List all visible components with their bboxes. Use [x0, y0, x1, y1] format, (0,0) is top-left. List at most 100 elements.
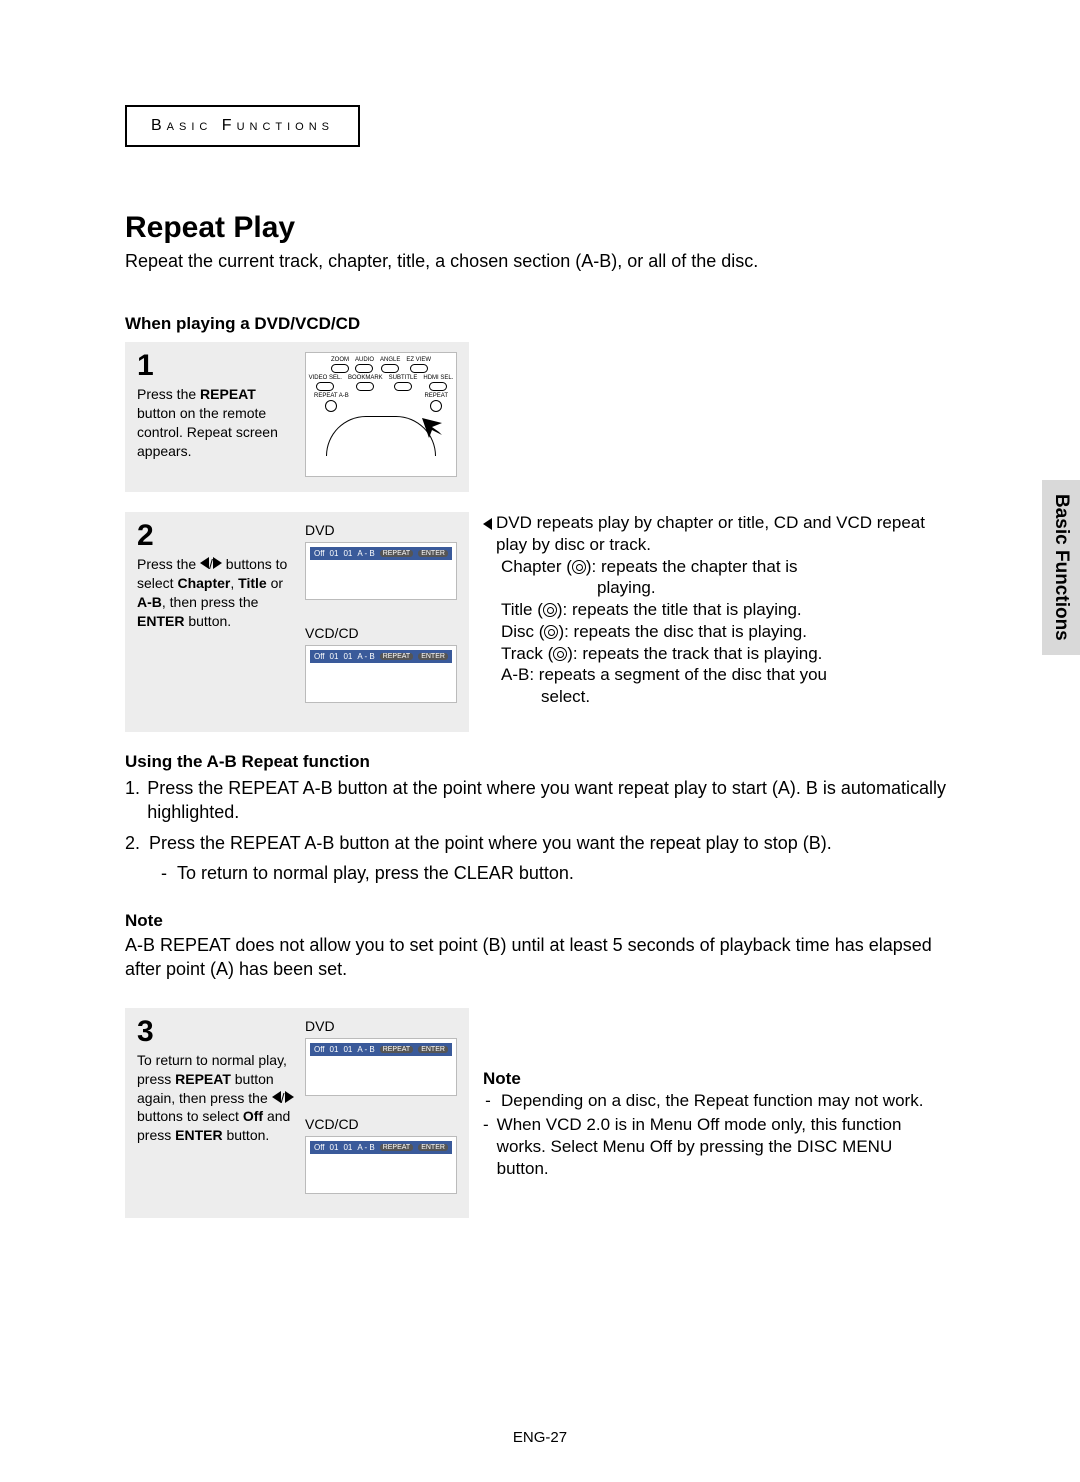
step-2-text-c: , then press the [162, 594, 259, 610]
disc-icon [544, 625, 558, 639]
right-arrow-icon [213, 557, 222, 569]
intro-text: Repeat the current track, chapter, title… [125, 251, 955, 272]
osd2-off: Off [314, 652, 325, 661]
step-3: 3 To return to normal play, press REPEAT… [125, 1008, 469, 1218]
osd4-01a: 01 [330, 1143, 339, 1152]
ab-item1: Press the REPEAT A-B button at the point… [147, 776, 955, 825]
vcd-label-3: VCD/CD [305, 1116, 457, 1132]
repeat-explanation: DVD repeats play by chapter or title, CD… [483, 512, 928, 732]
repeat-lead: DVD repeats play by chapter or title, CD… [496, 512, 928, 556]
step-2-title: Title [238, 575, 267, 591]
track-tail: ): repeats the track that is playing. [567, 644, 822, 663]
ab-line: A-B: repeats a segment of the disc that … [501, 664, 928, 686]
osd4-off: Off [314, 1143, 325, 1152]
step-2-number: 2 [137, 522, 297, 549]
dvd-osd-3: Off 01 01 A - B REPEAT ENTER [305, 1038, 457, 1096]
left-arrow-icon-2 [272, 1091, 281, 1103]
title-label: Title ( [501, 600, 543, 619]
left-arrow-icon [200, 557, 209, 569]
ol-2: 2. [125, 831, 143, 855]
osd3-off: Off [314, 1045, 325, 1054]
remote-label-hdmisel: HDMI SEL. [423, 375, 453, 381]
step3-off: Off [243, 1108, 263, 1124]
step3-repeat: REPEAT [175, 1071, 231, 1087]
step-1-number: 1 [137, 352, 297, 379]
step-2-text-d: button. [184, 613, 231, 629]
osd2-01a: 01 [330, 652, 339, 661]
right-arrow-icon-2 [285, 1091, 294, 1103]
chapter-icon [572, 560, 586, 574]
bullet-arrow-icon [483, 518, 492, 530]
osd3-enter: ENTER [418, 1046, 448, 1053]
title-icon [543, 603, 557, 617]
step-2-ab: A-B [137, 594, 162, 610]
ab-repeat-heading: Using the A-B Repeat function [125, 752, 955, 772]
step3-enter: ENTER [175, 1127, 222, 1143]
step-1-repeat-bold: REPEAT [200, 386, 256, 402]
osd-repeat: REPEAT [380, 550, 414, 557]
osd3-repeat: REPEAT [380, 1046, 414, 1053]
dvd-label-3: DVD [305, 1018, 457, 1034]
pointer-icon [417, 413, 447, 445]
remote-label-ezview: EZ VIEW [406, 357, 431, 363]
step-1-text-a: Press the [137, 386, 200, 402]
osd2-repeat: REPEAT [380, 653, 414, 660]
remote-illustration: ZOOM AUDIO ANGLE EZ VIEW VIDEO SEL. BOOK… [305, 352, 457, 477]
disc-tail: ): repeats the disc that is playing. [558, 622, 807, 641]
chapter-header: Basic Functions [125, 105, 360, 147]
step-1: 1 Press the REPEAT button on the remote … [125, 342, 469, 492]
vcd-label: VCD/CD [305, 625, 457, 641]
remote-label-bookmark: BOOKMARK [348, 375, 383, 381]
step-2-text-a: Press the [137, 556, 200, 572]
osd4-01b: 01 [343, 1143, 352, 1152]
osd-ab: A - B [357, 549, 374, 558]
osd3-01a: 01 [330, 1045, 339, 1054]
side-tab: Basic Functions [1042, 480, 1080, 655]
step-2-chapter: Chapter [177, 575, 230, 591]
osd2-01b: 01 [343, 652, 352, 661]
remote-label-subtitle: SUBTITLE [389, 375, 418, 381]
ol-1: 1. [125, 776, 141, 825]
note1-body: A-B REPEAT does not allow you to set poi… [125, 933, 955, 982]
page-footer: ENG-27 [0, 1429, 1080, 1446]
track-label: Track ( [501, 644, 553, 663]
chapter-label: Chapter ( [501, 557, 572, 576]
step-2-enter: ENTER [137, 613, 184, 629]
osd3-01b: 01 [343, 1045, 352, 1054]
note2-head: Note [483, 1068, 928, 1090]
step-2: 2 Press the / buttons to select Chapter,… [125, 512, 469, 732]
dvd-label: DVD [305, 522, 457, 538]
osd-off: Off [314, 549, 325, 558]
osd-01a: 01 [330, 549, 339, 558]
step-3-number: 3 [137, 1018, 297, 1045]
note2-d1: Depending on a disc, the Repeat function… [501, 1090, 923, 1112]
step3-e: button. [223, 1127, 270, 1143]
osd4-repeat: REPEAT [380, 1144, 414, 1151]
chapter-tail2: playing. [501, 577, 928, 599]
page-content: Basic Functions Repeat Play Repeat the c… [125, 105, 955, 1238]
subhead-when-playing: When playing a DVD/VCD/CD [125, 314, 955, 334]
step-1-text-b: button on the remote control. Repeat scr… [137, 405, 278, 459]
ab-item2: Press the REPEAT A-B button at the point… [149, 831, 832, 855]
remote-label-audio: AUDIO [355, 357, 374, 363]
disc-label: Disc ( [501, 622, 544, 641]
osd2-enter: ENTER [418, 653, 448, 660]
page-title: Repeat Play [125, 211, 955, 245]
vcd-osd-3: Off 01 01 A - B REPEAT ENTER [305, 1136, 457, 1194]
remote-label-repeat: REPEAT [424, 393, 448, 399]
remote-label-angle: ANGLE [380, 357, 400, 363]
title-tail: ): repeats the title that is playing. [557, 600, 802, 619]
dvd-osd: Off 01 01 A - B REPEAT ENTER [305, 542, 457, 600]
remote-label-zoom: ZOOM [331, 357, 349, 363]
osd-enter: ENTER [418, 550, 448, 557]
vcd-osd: Off 01 01 A - B REPEAT ENTER [305, 645, 457, 703]
note1-head: Note [125, 911, 955, 931]
osd4-ab: A - B [357, 1143, 374, 1152]
remote-label-videosel: VIDEO SEL. [309, 375, 342, 381]
ab-sub: To return to normal play, press the CLEA… [177, 863, 574, 883]
chapter-tail: ): repeats the chapter that is [586, 557, 798, 576]
note2-d2: When VCD 2.0 is in Menu Off mode only, t… [497, 1114, 928, 1180]
osd-01b: 01 [343, 549, 352, 558]
ab-line2: select. [501, 686, 928, 708]
remote-label-repeatab: REPEAT A-B [314, 393, 349, 399]
